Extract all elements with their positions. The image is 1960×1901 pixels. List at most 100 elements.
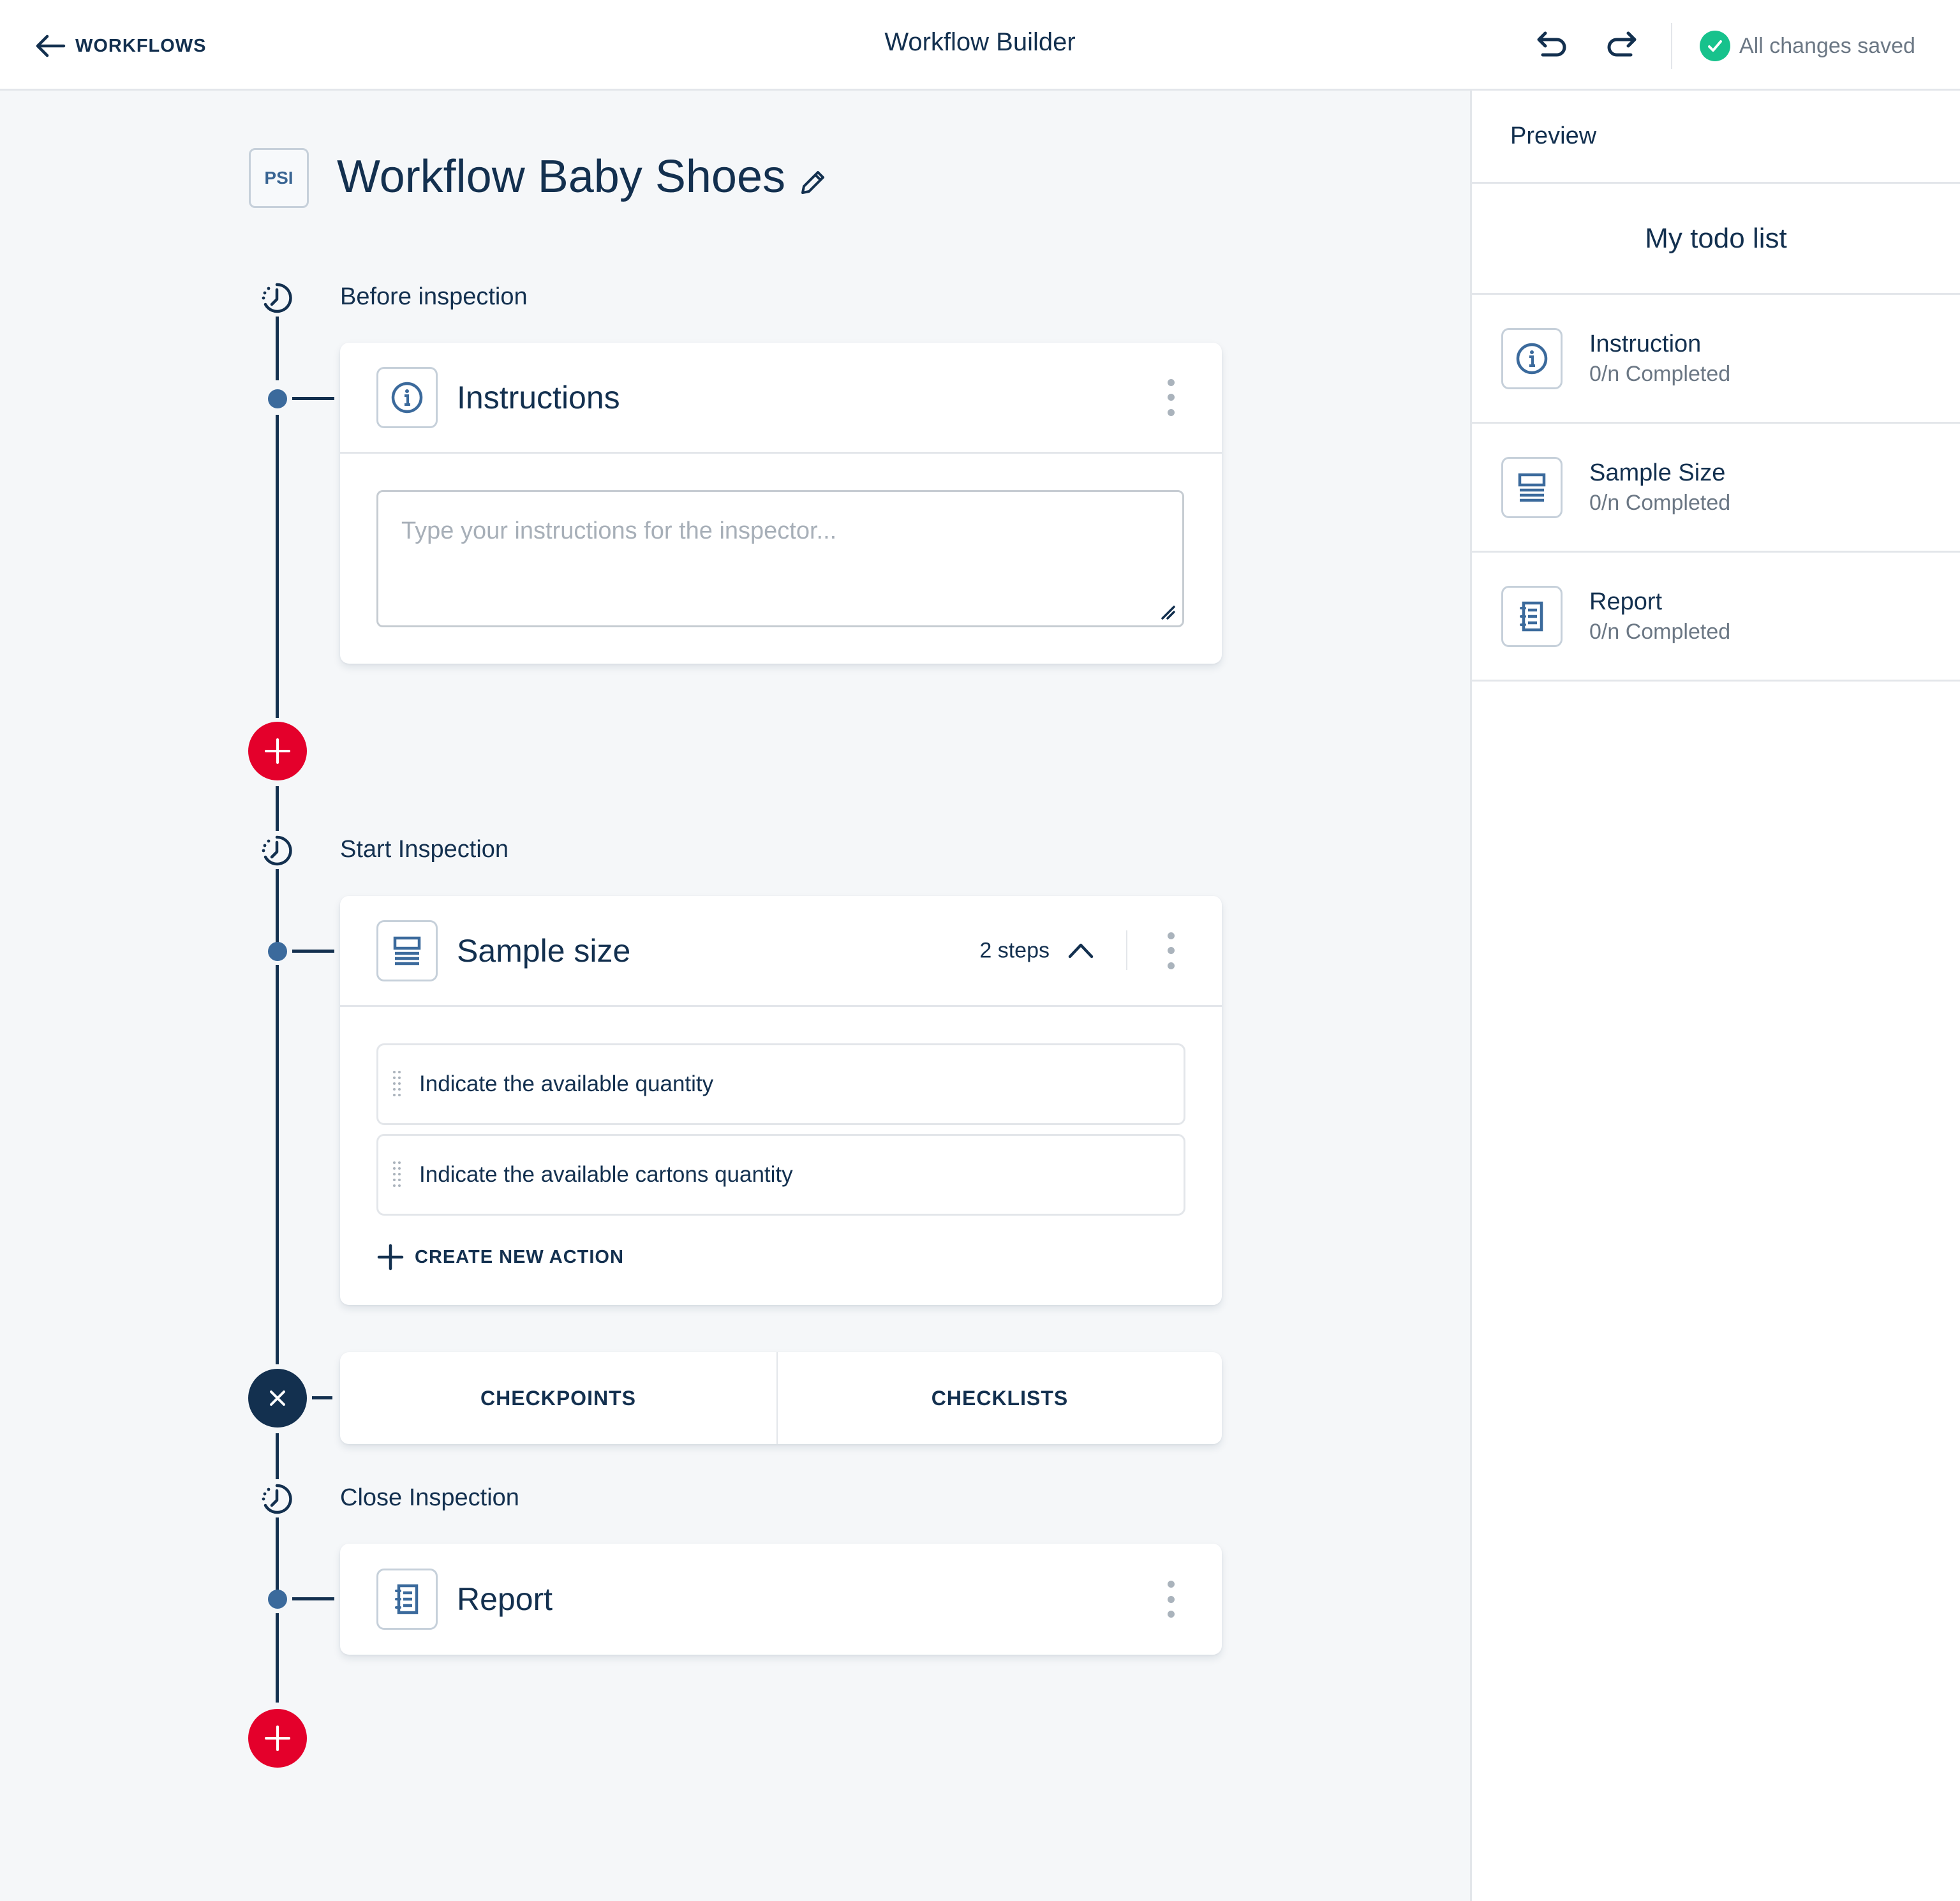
add-step-button[interactable]: [248, 1709, 307, 1768]
steps-count: 2 steps: [979, 938, 1050, 962]
instructions-textarea[interactable]: [376, 490, 1184, 627]
action-text: Indicate the available cartons quantity: [419, 1162, 793, 1187]
timeline-line: [276, 317, 279, 380]
sample-size-icon: [1501, 456, 1563, 518]
instructions-card: Instructions: [340, 343, 1222, 664]
todo-item-name: Instruction: [1589, 330, 1702, 357]
action-item[interactable]: Indicate the available cartons quantity: [376, 1134, 1185, 1216]
todo-item-status: 0/n Completed: [1589, 619, 1731, 644]
todo-item-status: 0/n Completed: [1589, 361, 1731, 386]
timeline-line: [276, 1433, 279, 1479]
kebab-dot: [1167, 1581, 1175, 1588]
kebab-dot: [1167, 1595, 1175, 1603]
card-title: Report: [457, 1581, 553, 1617]
kebab-dot: [1167, 962, 1175, 969]
sample-size-icon: [376, 920, 438, 981]
undo-button[interactable]: [1535, 28, 1571, 64]
info-icon: [376, 366, 438, 428]
more-options-button[interactable]: [1158, 1577, 1184, 1621]
plus-icon: [265, 738, 290, 764]
stage-label: Before inspection: [340, 283, 528, 310]
preview-panel: Preview My todo list Instruction 0/n Com…: [1470, 91, 1960, 1901]
todo-item-name: Report: [1589, 588, 1663, 615]
todo-item-sample-size[interactable]: Sample Size 0/n Completed: [1472, 424, 1960, 553]
timeline-node: [268, 1590, 287, 1609]
stage-label: Close Inspection: [340, 1484, 519, 1511]
timeline-node: [268, 389, 287, 408]
workflow-type-badge: PSI: [249, 148, 309, 208]
save-status-text: All changes saved: [1739, 33, 1915, 58]
workflow-title: Workflow Baby Shoes: [337, 151, 785, 202]
app-title: Workflow Builder: [884, 28, 1076, 56]
card-header: Report: [340, 1544, 1222, 1655]
kebab-dot: [1167, 932, 1175, 939]
timeline-line: [276, 1613, 279, 1703]
check-circle-icon: [1700, 31, 1730, 61]
sample-size-card: Sample size 2 steps Indicate the availab…: [340, 896, 1222, 1305]
add-menu: CHECKPOINTS CHECKLISTS: [340, 1352, 1222, 1444]
timeline-line: [276, 786, 279, 831]
redo-icon: [1607, 31, 1637, 57]
close-add-menu-button[interactable]: [248, 1369, 307, 1428]
pencil-icon: [801, 171, 824, 194]
timeline-connector: [292, 950, 334, 953]
timeline-line: [276, 869, 279, 946]
clock-icon: [262, 283, 292, 313]
drag-handle-icon[interactable]: [390, 1070, 404, 1099]
todo-item-name: Sample Size: [1589, 459, 1726, 486]
kebab-dot: [1167, 947, 1175, 954]
stage-label: Start Inspection: [340, 836, 509, 863]
undo-icon: [1537, 31, 1566, 57]
chevron-up-icon: [1068, 943, 1094, 958]
header-divider: [1671, 23, 1672, 69]
timeline-line: [276, 415, 279, 718]
report-icon: [376, 1569, 438, 1630]
action-item[interactable]: Indicate the available quantity: [376, 1043, 1185, 1125]
card-header: Instructions: [340, 343, 1222, 454]
info-icon: [1501, 327, 1563, 389]
kebab-dot: [1167, 408, 1175, 416]
card-title: Instructions: [457, 379, 620, 415]
collapse-button[interactable]: [1065, 935, 1097, 967]
timeline-connector: [292, 1597, 334, 1600]
drag-handle-icon[interactable]: [390, 1160, 404, 1189]
timeline-node: [268, 942, 287, 961]
kebab-dot: [1167, 1611, 1175, 1618]
clock-icon: [262, 835, 292, 866]
timeline-line: [276, 1517, 279, 1594]
arrow-left-icon: [36, 34, 66, 57]
add-step-button[interactable]: [248, 722, 307, 780]
plus-icon: [265, 1726, 290, 1751]
back-label: WORKFLOWS: [75, 35, 207, 56]
close-icon: [270, 1390, 285, 1406]
create-new-action-label: CREATE NEW ACTION: [415, 1246, 624, 1267]
card-title: Sample size: [457, 932, 631, 969]
header-divider: [1126, 930, 1127, 970]
top-bar: WORKFLOWS Workflow Builder All changes s…: [0, 0, 1960, 91]
more-options-button[interactable]: [1158, 375, 1184, 420]
edit-title-button[interactable]: [798, 167, 828, 198]
save-status: All changes saved: [1700, 29, 1915, 63]
report-card: Report: [340, 1544, 1222, 1655]
todo-list-title: My todo list: [1472, 184, 1960, 295]
todo-item-report[interactable]: Report 0/n Completed: [1472, 553, 1960, 682]
kebab-dot: [1167, 378, 1175, 386]
preview-header: Preview: [1472, 91, 1960, 184]
report-icon: [1501, 585, 1563, 647]
create-new-action-button[interactable]: CREATE NEW ACTION: [376, 1241, 1185, 1273]
more-options-button[interactable]: [1158, 928, 1184, 973]
kebab-dot: [1167, 394, 1175, 401]
card-header: Sample size 2 steps: [340, 896, 1222, 1007]
action-text: Indicate the available quantity: [419, 1071, 714, 1096]
checklists-option[interactable]: CHECKLISTS: [778, 1352, 1222, 1444]
redo-button[interactable]: [1603, 28, 1638, 64]
plus-icon: [377, 1244, 404, 1271]
todo-item-instruction[interactable]: Instruction 0/n Completed: [1472, 295, 1960, 424]
timeline-connector: [312, 1396, 332, 1399]
timeline-line: [276, 965, 279, 1364]
checkpoints-option[interactable]: CHECKPOINTS: [340, 1352, 778, 1444]
timeline-connector: [292, 397, 334, 400]
clock-icon: [262, 1484, 292, 1514]
back-to-workflows-button[interactable]: WORKFLOWS: [34, 29, 207, 63]
todo-item-status: 0/n Completed: [1589, 490, 1731, 515]
